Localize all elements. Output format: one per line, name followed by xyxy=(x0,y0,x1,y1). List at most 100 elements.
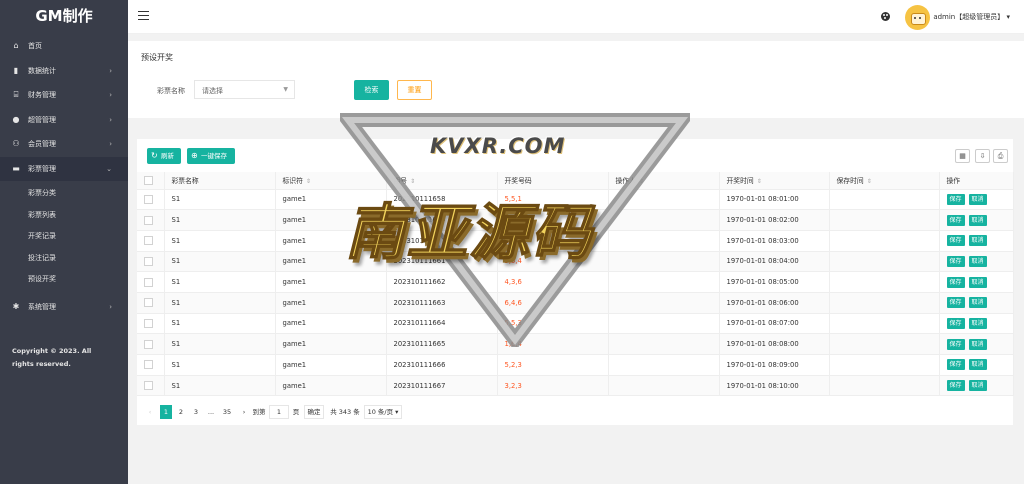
cell-numbers[interactable]: 5,2,3 xyxy=(497,354,609,376)
row-cancel-button[interactable]: 取消 xyxy=(968,338,987,350)
columns-filter-icon[interactable]: ▦ xyxy=(955,149,970,163)
goto-page-input[interactable]: 1 xyxy=(269,405,289,419)
sort-icon[interactable]: ⇕ xyxy=(306,178,311,185)
page-number[interactable]: 1 xyxy=(160,405,172,419)
row-save-button[interactable]: 保存 xyxy=(946,276,965,288)
row-cancel-button[interactable]: 取消 xyxy=(968,276,987,288)
draw-numbers[interactable]: 5,2,3 xyxy=(505,361,522,369)
row-checkbox[interactable] xyxy=(144,256,153,266)
row-checkbox[interactable] xyxy=(144,339,153,349)
sidebar-item-main-3[interactable]: ● 超管管理 › xyxy=(0,108,128,133)
cell-numbers[interactable]: 6,4,6 xyxy=(497,292,609,314)
draw-numbers[interactable]: 5,5,4 xyxy=(505,257,522,265)
reset-button[interactable]: 重置 xyxy=(397,80,432,100)
goto-confirm-button[interactable]: 确定 xyxy=(304,405,324,419)
row-cancel-button[interactable]: 取消 xyxy=(968,235,987,247)
row-save-button[interactable]: 保存 xyxy=(946,359,965,371)
user-menu[interactable]: admin【超级管理员】 ▾ xyxy=(933,12,1010,22)
menu-toggle-icon[interactable] xyxy=(138,11,149,21)
table-row[interactable]: S1 game1 202310111665 1,6,4 1970-01-01 08:08… xyxy=(137,333,1014,355)
select-all-checkbox[interactable] xyxy=(144,175,153,185)
table-row[interactable]: S1 game1 202310111658 5,5,1 1970-01-01 08:01… xyxy=(137,189,1014,211)
sidebar-item-extra-0[interactable]: ✱ 系统管理 › xyxy=(0,295,128,320)
sort-icon[interactable]: ⇕ xyxy=(757,178,762,185)
row-save-button[interactable]: 保存 xyxy=(946,338,965,350)
draw-numbers[interactable]: 2,5,5 xyxy=(505,237,522,245)
draw-numbers[interactable]: 4,3,6 xyxy=(505,278,522,286)
column-header[interactable]: 开奖号码 xyxy=(497,172,609,190)
avatar[interactable] xyxy=(905,5,930,30)
page-size-select[interactable]: 10 条/页 ▾ xyxy=(364,405,402,419)
row-cancel-button[interactable]: 取消 xyxy=(968,193,987,205)
sidebar-item-main-2[interactable]: ⌸ 财务管理 › xyxy=(0,83,128,108)
column-header[interactable]: 操作人 ⇕ xyxy=(608,172,720,190)
row-save-button[interactable]: 保存 xyxy=(946,380,965,392)
column-header[interactable]: 保存时间 ⇕ xyxy=(829,172,940,190)
cell-numbers[interactable]: 4,3,6 xyxy=(497,271,609,293)
next-page-icon[interactable]: › xyxy=(239,405,249,419)
draw-numbers[interactable]: 6,4,6 xyxy=(505,299,522,307)
row-save-button[interactable]: 保存 xyxy=(946,297,965,309)
print-icon[interactable]: ⎙ xyxy=(993,149,1008,163)
row-checkbox[interactable] xyxy=(144,318,153,328)
row-checkbox[interactable] xyxy=(144,298,153,308)
row-checkbox[interactable] xyxy=(144,236,153,246)
row-save-button[interactable]: 保存 xyxy=(946,235,965,247)
table-row[interactable]: S1 game1 202310111663 6,4,6 1970-01-01 08:06… xyxy=(137,292,1014,314)
sidebar-item-main-0[interactable]: ⌂ 首页 xyxy=(0,34,128,59)
cell-numbers[interactable]: 5,5,3 xyxy=(497,313,609,335)
sidebar-item-main-5[interactable]: ▬ 彩票管理 ⌄ xyxy=(0,156,128,181)
row-cancel-button[interactable]: 取消 xyxy=(968,255,987,267)
draw-numbers[interactable]: 5,5,3 xyxy=(505,319,522,327)
sidebar-subitem[interactable]: 开奖记录 xyxy=(0,226,128,248)
draw-numbers[interactable]: 5,7,6 xyxy=(505,216,522,224)
row-save-button[interactable]: 保存 xyxy=(946,255,965,267)
sidebar-item-main-1[interactable]: ▮ 数据统计 › xyxy=(0,59,128,84)
page-number[interactable]: 35 xyxy=(220,405,234,419)
cell-numbers[interactable]: 2,5,5 xyxy=(497,230,609,252)
table-row[interactable]: S1 game1 202310111659 5,7,6 1970-01-01 08:02… xyxy=(137,209,1014,231)
cell-numbers[interactable]: 5,5,4 xyxy=(497,251,609,273)
cell-numbers[interactable]: 3,2,3 xyxy=(497,375,609,397)
row-cancel-button[interactable]: 取消 xyxy=(968,317,987,329)
draw-numbers[interactable]: 5,5,1 xyxy=(505,195,522,203)
row-checkbox[interactable] xyxy=(144,277,153,287)
page-number[interactable]: 2 xyxy=(175,405,187,419)
table-row[interactable]: S1 game1 202310111666 5,2,3 1970-01-01 08:09… xyxy=(137,354,1014,376)
row-save-button[interactable]: 保存 xyxy=(946,214,965,226)
refresh-button[interactable]: ↻ 刷新 xyxy=(147,148,181,164)
page-number[interactable]: 3 xyxy=(190,405,202,419)
sidebar-subitem[interactable]: 预设开奖 xyxy=(0,269,128,291)
column-header[interactable]: 彩票名称 xyxy=(164,172,276,190)
column-header[interactable]: 标识符 ⇕ xyxy=(275,172,387,190)
table-row[interactable]: S1 game1 202310111662 4,3,6 1970-01-01 08:05… xyxy=(137,271,1014,293)
draw-numbers[interactable]: 3,2,3 xyxy=(505,382,522,390)
row-cancel-button[interactable]: 取消 xyxy=(968,214,987,226)
row-checkbox[interactable] xyxy=(144,360,153,370)
column-header[interactable]: 操作 xyxy=(939,172,1014,190)
row-checkbox[interactable] xyxy=(144,194,153,204)
save-all-button[interactable]: ⊕ 一键保存 xyxy=(187,148,235,164)
prev-page-icon[interactable]: ‹ xyxy=(145,405,155,419)
draw-numbers[interactable]: 1,6,4 xyxy=(505,340,522,348)
column-header[interactable]: 开奖时间 ⇕ xyxy=(719,172,830,190)
row-cancel-button[interactable]: 取消 xyxy=(968,359,987,371)
table-row[interactable]: S1 game1 202310111667 3,2,3 1970-01-01 08:10… xyxy=(137,375,1014,397)
table-row[interactable]: S1 game1 202310111660 2,5,5 1970-01-01 08:03… xyxy=(137,230,1014,252)
app-logo[interactable]: GM制作 xyxy=(0,0,128,34)
row-checkbox[interactable] xyxy=(144,381,153,391)
column-header[interactable]: 期号 ⇕ xyxy=(386,172,498,190)
palette-icon[interactable] xyxy=(881,12,890,21)
row-save-button[interactable]: 保存 xyxy=(946,193,965,205)
sidebar-subitem[interactable]: 彩票分类 xyxy=(0,183,128,205)
sort-icon[interactable]: ⇕ xyxy=(639,178,644,185)
search-button[interactable]: 检索 xyxy=(354,80,389,100)
table-row[interactable]: S1 game1 202310111661 5,5,4 1970-01-01 08:04… xyxy=(137,251,1014,273)
cell-numbers[interactable]: 5,5,1 xyxy=(497,189,609,211)
row-save-button[interactable]: 保存 xyxy=(946,317,965,329)
lottery-name-select[interactable]: 请选择 ▼ xyxy=(194,80,295,99)
sidebar-subitem[interactable]: 彩票列表 xyxy=(0,205,128,227)
sidebar-item-main-4[interactable]: ⚇ 会员管理 › xyxy=(0,132,128,157)
sidebar-subitem[interactable]: 投注记录 xyxy=(0,248,128,270)
export-icon[interactable]: ⇩ xyxy=(975,149,990,163)
